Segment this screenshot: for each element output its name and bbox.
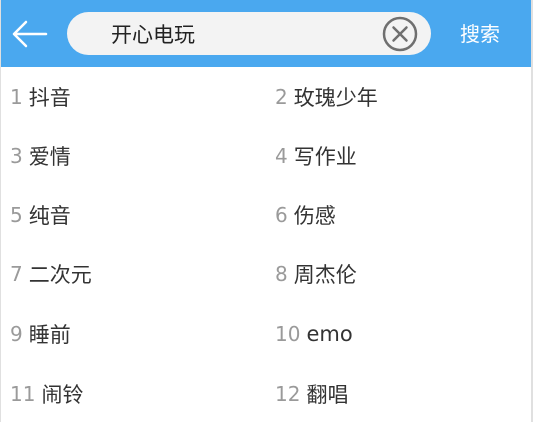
hot-search-rank: 12 (275, 382, 301, 406)
clear-search-button[interactable] (382, 16, 418, 52)
hot-search-list: 1 抖音 2 玫瑰少年 3 爱情 4 写作业 5 纯音 6 伤感 7 二次元 8 (1, 67, 531, 422)
hot-search-label: 周杰伦 (293, 263, 357, 287)
hot-search-item[interactable]: 1 抖音 (10, 75, 260, 119)
hot-search-item[interactable]: 6 伤感 (275, 193, 525, 237)
hot-search-item[interactable]: 10 emo (275, 312, 525, 356)
hot-search-item[interactable]: 5 纯音 (10, 193, 260, 237)
hot-search-rank: 10 (275, 322, 301, 346)
back-button[interactable] (7, 14, 51, 54)
hot-search-rank: 9 (10, 322, 23, 346)
clear-circle-x-icon (382, 16, 418, 52)
hot-search-item[interactable]: 3 爱情 (10, 134, 260, 178)
app-frame: 搜索 1 抖音 2 玫瑰少年 3 爱情 4 写作业 5 纯音 6 伤感 7 二次 (0, 0, 533, 422)
hot-search-rank: 5 (10, 203, 23, 227)
hot-search-item[interactable]: 12 翻唱 (275, 372, 525, 416)
hot-search-item[interactable]: 9 睡前 (10, 312, 260, 356)
hot-search-rank: 8 (275, 262, 288, 286)
hot-search-label: 爱情 (28, 145, 71, 169)
hot-search-label: 玫瑰少年 (293, 86, 378, 110)
hot-search-label: emo (306, 322, 353, 346)
hot-search-item[interactable]: 2 玫瑰少年 (275, 75, 525, 119)
search-header-bar: 搜索 (1, 0, 531, 67)
hot-search-label: 伤感 (293, 204, 336, 228)
hot-search-rank: 1 (10, 85, 23, 109)
arrow-left-icon (12, 20, 48, 48)
hot-search-rank: 7 (10, 262, 23, 286)
search-button[interactable]: 搜索 (453, 14, 507, 54)
hot-search-label: 纯音 (28, 204, 71, 228)
hot-search-item[interactable]: 8 周杰伦 (275, 252, 525, 296)
hot-search-rank: 2 (275, 85, 288, 109)
hot-search-label: 睡前 (28, 323, 71, 347)
hot-search-item[interactable]: 4 写作业 (275, 134, 525, 178)
hot-search-label: 抖音 (28, 86, 71, 110)
hot-search-item[interactable]: 11 闹铃 (10, 372, 260, 416)
hot-search-label: 写作业 (293, 145, 357, 169)
hot-search-rank: 11 (10, 382, 36, 406)
hot-search-label: 闹铃 (41, 383, 84, 407)
search-input[interactable] (111, 12, 371, 55)
hot-search-rank: 4 (275, 144, 288, 168)
hot-search-label: 二次元 (28, 263, 92, 287)
hot-search-rank: 3 (10, 144, 23, 168)
hot-search-label: 翻唱 (306, 383, 349, 407)
search-box (67, 12, 431, 55)
hot-search-rank: 6 (275, 203, 288, 227)
hot-search-item[interactable]: 7 二次元 (10, 252, 260, 296)
